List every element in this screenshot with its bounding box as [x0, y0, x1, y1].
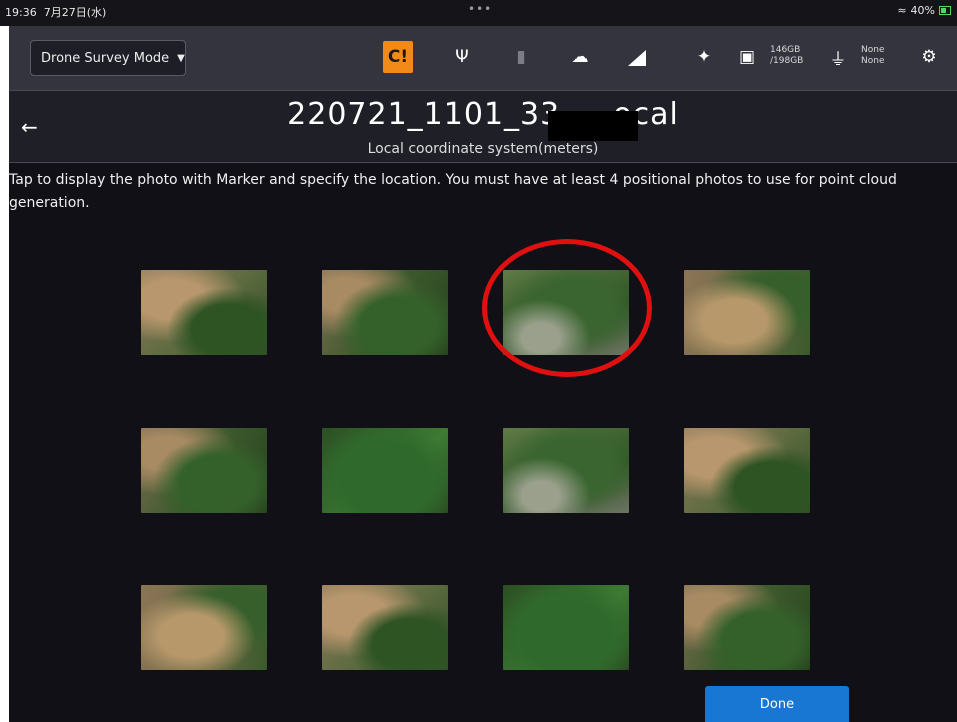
power-line-1: None [861, 45, 885, 55]
photo-thumbnail-6[interactable] [322, 428, 448, 513]
status-bar: 19:36 7月27日(水) ••• ≈ 40% [0, 0, 957, 26]
settings-icon[interactable]: ⚙ [914, 42, 944, 72]
photo-thumbnail-4[interactable] [684, 270, 810, 355]
folder-icon[interactable]: ▣ [732, 42, 762, 72]
storage-used: 146GB [770, 45, 801, 55]
battery-icon [939, 6, 951, 15]
storage-readout: 146GB /198GB [770, 45, 803, 67]
instruction-text: Tap to display the photo with Marker and… [9, 172, 897, 211]
photo-thumbnail-8[interactable] [684, 428, 810, 513]
usb-icon[interactable]: Ψ [447, 42, 477, 72]
status-time: 19:36 7月27日(水) [5, 6, 107, 19]
status-right: ≈ 40% [897, 4, 951, 17]
battery-level: 40% [910, 4, 935, 17]
photo-thumbnail-1[interactable] [141, 270, 267, 355]
done-button[interactable]: Done [705, 686, 849, 722]
photo-selection-panel: Tap to display the photo with Marker and… [9, 163, 957, 722]
power-readout: None None [861, 45, 884, 67]
signal-icon[interactable] [628, 50, 646, 66]
redaction-bar [548, 111, 638, 141]
chevron-down-icon: ▼ [177, 52, 185, 64]
plug-icon[interactable]: ⏚ [823, 42, 853, 72]
photo-thumbnail-2[interactable] [322, 270, 448, 355]
top-toolbar: Drone Survey Mode ▼ C! Ψ ▮ ☁ ✦ ▣ 146GB /… [9, 26, 957, 90]
photo-thumbnail-11[interactable] [503, 585, 629, 670]
page-header: ← 220721_1101_33_ _ ocal Local coordinat… [9, 90, 957, 163]
photo-thumbnail-5[interactable] [141, 428, 267, 513]
photo-thumbnail-12[interactable] [684, 585, 810, 670]
storage-total: /198GB [770, 56, 804, 66]
page-title: 220721_1101_33_ _ ocal [287, 97, 679, 132]
mode-dropdown-label: Drone Survey Mode [41, 50, 170, 66]
satellite-icon[interactable]: ✦ [689, 42, 719, 72]
wifi-icon: ≈ [897, 4, 907, 17]
sd-card-icon[interactable]: ▮ [506, 42, 536, 72]
photo-thumbnail-9[interactable] [141, 585, 267, 670]
multitask-dots[interactable]: ••• [468, 2, 492, 16]
page-subtitle: Local coordinate system(meters) [367, 141, 599, 157]
rtk-status-icon[interactable]: C! [383, 41, 413, 73]
photo-thumbnail-10[interactable] [322, 585, 448, 670]
photo-thumbnail-7[interactable] [503, 428, 629, 513]
mode-dropdown[interactable]: Drone Survey Mode ▼ [30, 40, 186, 76]
cloud-icon[interactable]: ☁ [565, 42, 595, 72]
power-line-2: None [861, 56, 885, 66]
highlight-circle [482, 239, 652, 377]
